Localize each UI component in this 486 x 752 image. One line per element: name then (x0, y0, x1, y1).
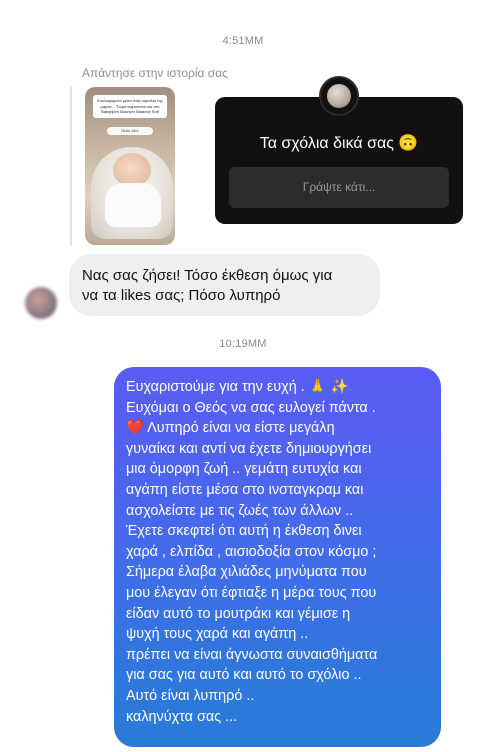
message-line: γυναίκα και αντί να έχετε δημιουργήσει (126, 440, 372, 457)
timestamp: 4:51MM (222, 35, 264, 47)
question-sticker-title: Τα σχόλια δικά σας 🙃 (259, 135, 419, 152)
message-line: ψυχή τους χαρά και αγάπη .. (126, 626, 309, 643)
message-line: μου έλεγαν ότι έφτιαξε η μέρα τους που (126, 584, 377, 601)
message-line: Έχετε σκεφτεί ότι αυτή η έκθεση δινει (126, 523, 362, 540)
question-sticker-card[interactable]: Τα σχόλια δικά σας 🙃 Γράψτε κάτι... (215, 97, 463, 224)
message-line: να τα likes σας; Πόσο λυπηρό (82, 287, 281, 304)
story-caption: Κυκλοφορούν μέσα στην αγκαλιά της μαμάς.… (93, 95, 167, 118)
message-line: ❤️ Λυπηρό είναι να είστε μεγάλη (126, 420, 335, 437)
reply-indicator-bar (70, 86, 72, 246)
message-line: είδαν αυτό το μουτράκι και γέμισε η (126, 605, 351, 622)
message-line: για σας για αυτό και αυτό το σχόλιο .. (126, 667, 362, 684)
message-line: Σήμερα έλαβα χιλιάδες μηνύματα που (126, 564, 367, 581)
message-line: χαρά , ελπίδα , αισιοδοξία στον κόσμο ; (126, 543, 377, 560)
message-line: πρέπει να είναι άγνωστα συναισθήματα (126, 646, 378, 663)
story-question-sticker: Πείτε εδώ (107, 127, 153, 135)
profile-photo (327, 84, 351, 108)
outgoing-message-bubble[interactable]: Ευχαριστούμε για την ευχή . 🙏 ✨ Ευχόμαι … (114, 367, 441, 747)
question-sticker-input: Γράψτε κάτι... (229, 167, 449, 208)
message-line: μια όμορφη ζωή .. γεμάτη ευτυχία και (126, 461, 362, 478)
message-line: Αυτό είναι λυπηρό .. (126, 687, 255, 704)
baby-clothes-image (105, 183, 161, 227)
message-line: Ευχόμαι ο Θεός να σας ευλογεί πάντα . (126, 399, 376, 416)
story-reply-label: Απάντησε στην ιστορία σας (82, 66, 228, 80)
timestamp: 10:19MM (219, 338, 267, 350)
incoming-message-bubble[interactable]: Νας σας ζήσει! Τόσο έκθεση όμως για να τ… (69, 254, 380, 316)
message-line: Ευχαριστούμε για την ευχή . 🙏 ✨ (126, 379, 349, 395)
sticker-avatar (319, 76, 359, 116)
message-line: Νας σας ζήσει! Τόσο έκθεση όμως για (82, 267, 333, 284)
baby-image (113, 153, 151, 187)
story-thumbnail[interactable]: Κυκλοφορούν μέσα στην αγκαλιά της μαμάς.… (85, 87, 175, 245)
message-line: ασχολείστε με τις ζωές των άλλων .. (126, 502, 354, 519)
sender-avatar[interactable] (25, 287, 57, 319)
message-line: καληνύχτα σας ... (126, 708, 238, 725)
message-line: αγάπη είστε μέσα στο ινσταγκραμ και (126, 481, 364, 498)
